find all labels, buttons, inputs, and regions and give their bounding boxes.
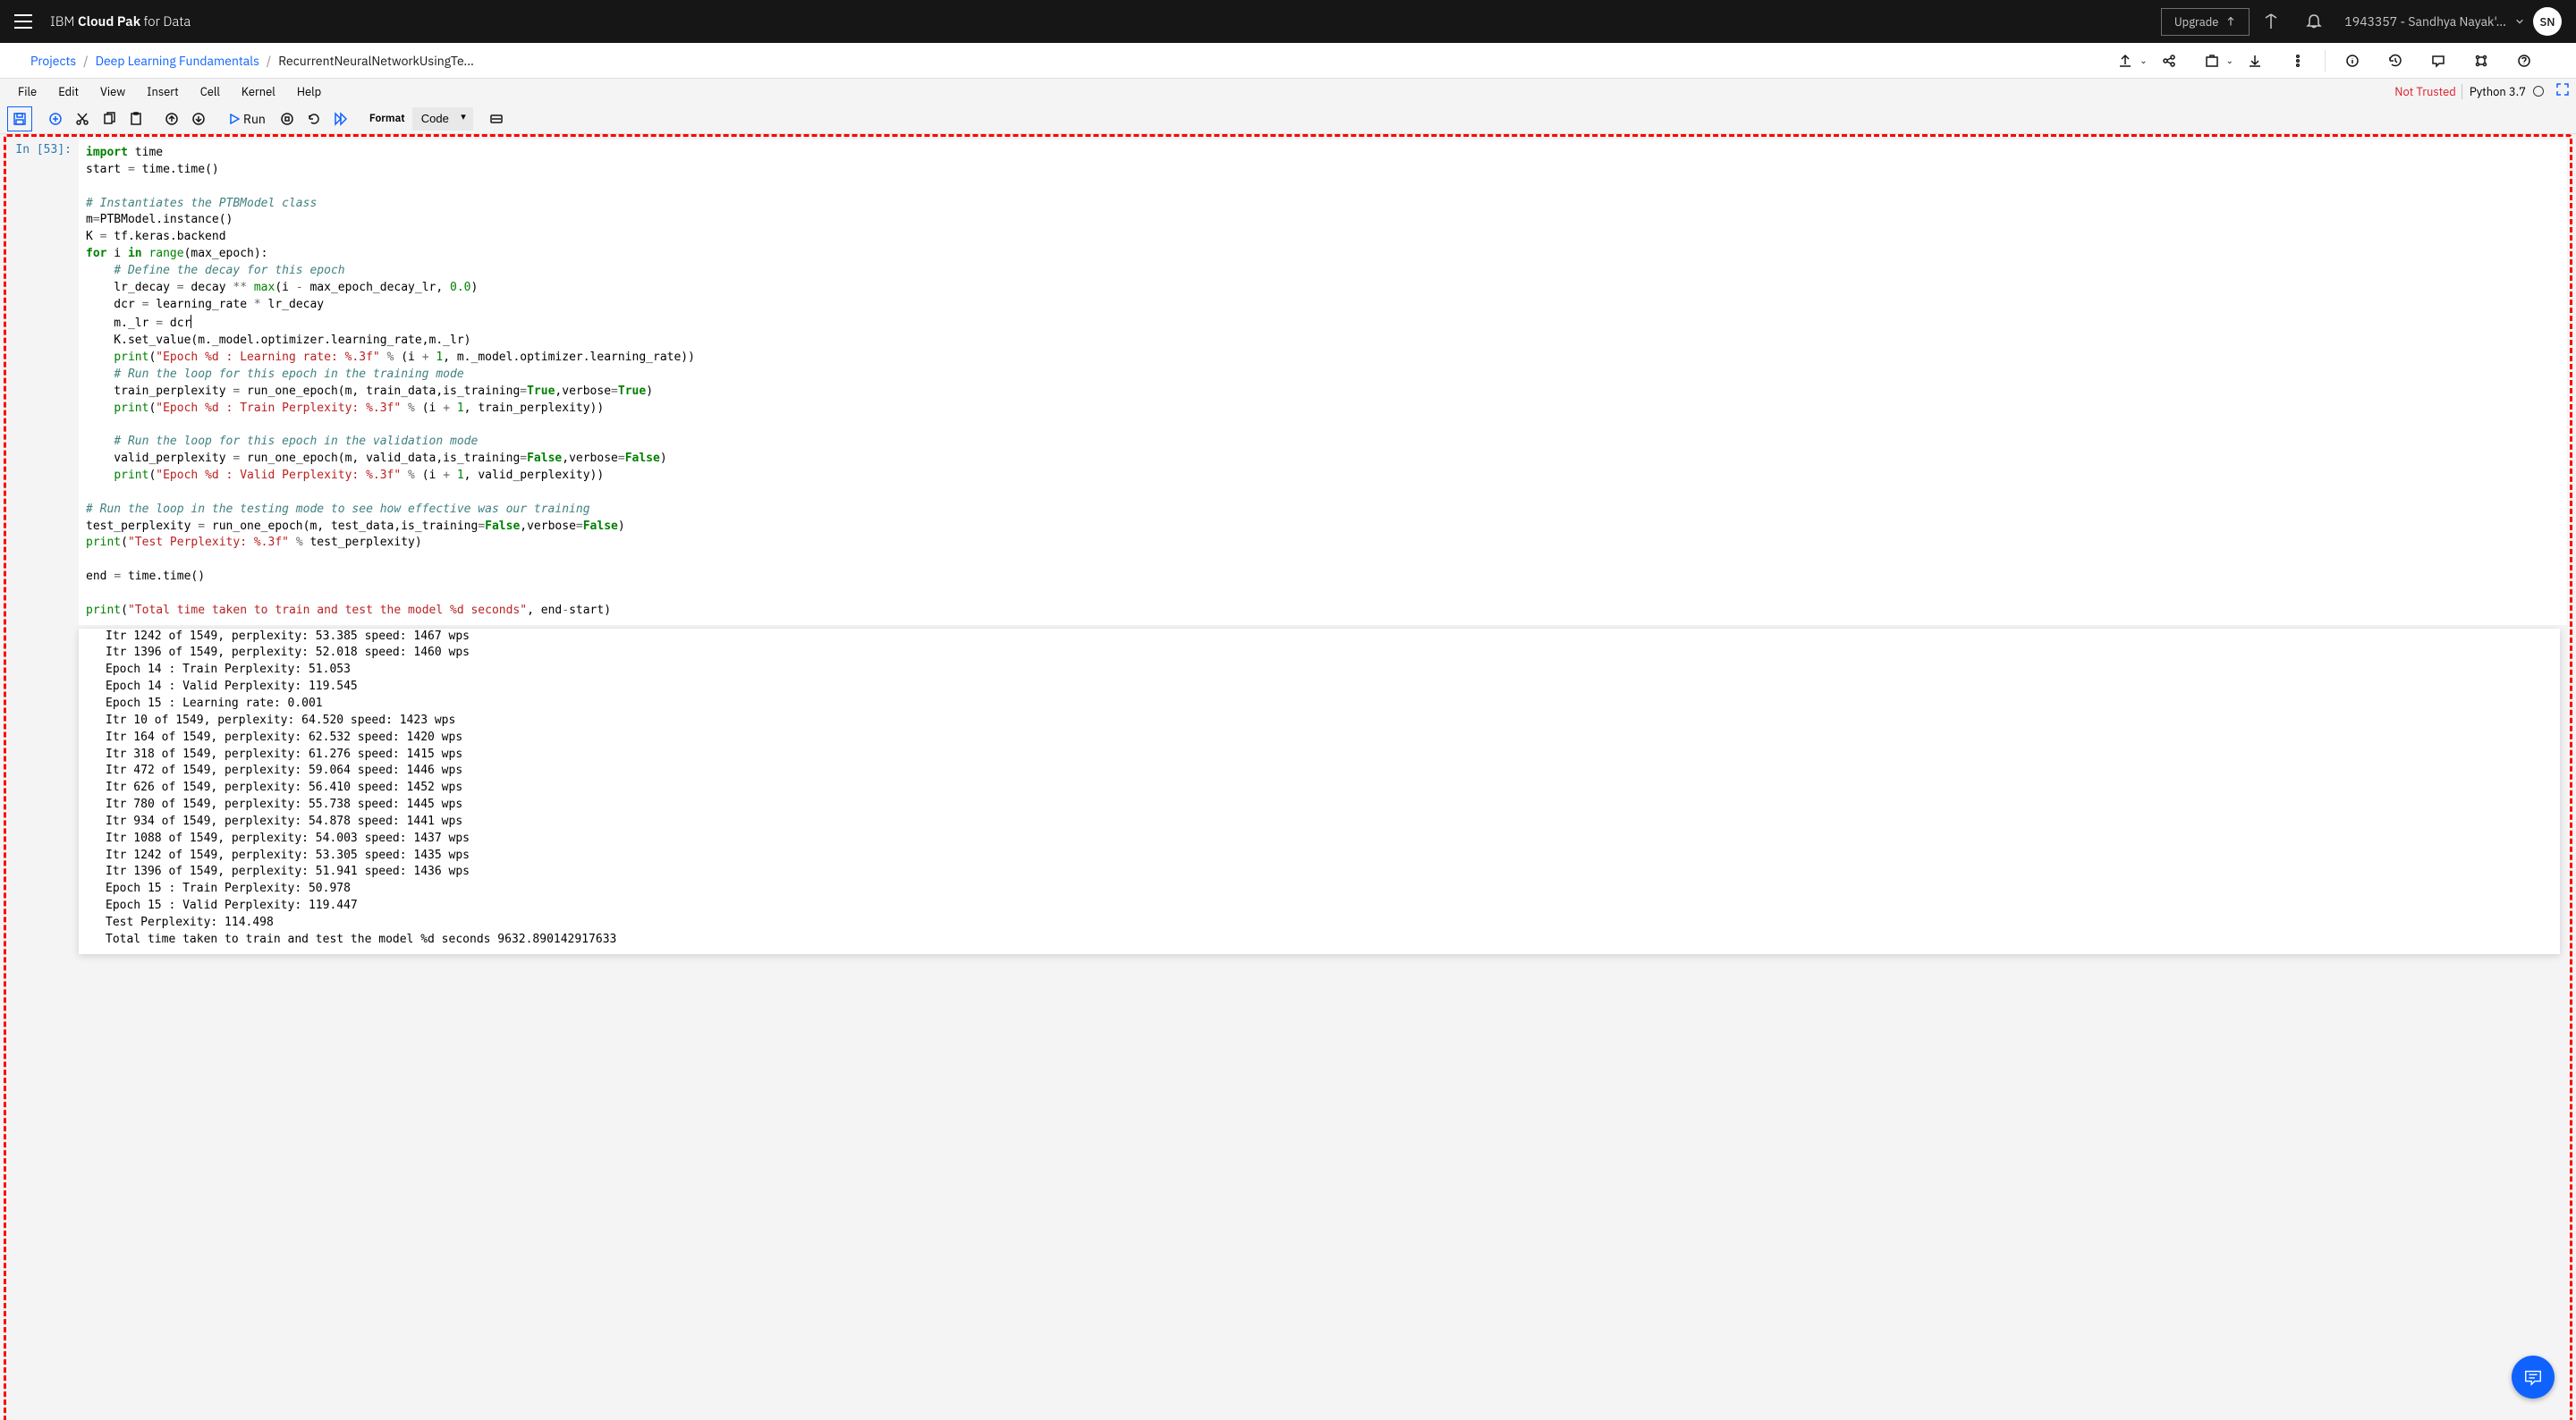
menu-edit[interactable]: Edit — [47, 80, 89, 103]
menu-cell[interactable]: Cell — [190, 80, 231, 103]
save-button[interactable] — [7, 106, 32, 131]
run-button[interactable]: Run — [222, 106, 273, 131]
input-prompt: In [53]: — [9, 139, 79, 625]
menu-help[interactable]: Help — [286, 80, 332, 103]
notebook-toolbar: Run Format Code — [0, 104, 2576, 134]
breadcrumb-sep: / — [267, 53, 271, 69]
output-text: Itr 1242 of 1549, perplexity: 53.385 spe… — [79, 629, 2560, 954]
notifications-icon[interactable] — [2305, 13, 2323, 30]
breadcrumb-projects[interactable]: Projects — [30, 53, 76, 69]
paste-button[interactable] — [123, 106, 148, 131]
brand-label: IBM Cloud Pak for Data — [50, 13, 191, 30]
history-icon[interactable] — [2386, 52, 2404, 70]
restart-button[interactable] — [301, 106, 326, 131]
share-icon[interactable] — [2160, 52, 2178, 70]
comments-icon[interactable] — [2429, 52, 2447, 70]
notebook-menu: File Edit View Insert Cell Kernel Help N… — [0, 79, 2576, 104]
flow-icon[interactable] — [2472, 52, 2490, 70]
breadcrumb-sep: / — [83, 53, 88, 69]
breadcrumb-current: RecurrentNeuralNetworkUsingTe... — [278, 53, 474, 69]
cut-button[interactable] — [70, 106, 95, 131]
upgrade-button[interactable]: Upgrade — [2161, 8, 2250, 36]
format-label: Format — [369, 112, 405, 125]
data-icon[interactable] — [2262, 13, 2280, 30]
interrupt-button[interactable] — [275, 106, 300, 131]
app-header: IBM Cloud Pak for Data Upgrade 1943357 -… — [0, 0, 2576, 43]
notebook-body[interactable]: In [53]: import time start = time.time()… — [0, 134, 2576, 1420]
code-editor[interactable]: import time start = time.time() # Instan… — [79, 139, 2567, 625]
restart-run-all-button[interactable] — [328, 106, 353, 131]
kernel-status-icon — [2533, 86, 2544, 97]
avatar[interactable]: SN — [2533, 7, 2562, 36]
cell-output: Itr 1242 of 1549, perplexity: 53.385 spe… — [9, 625, 2567, 954]
breadcrumb-project[interactable]: Deep Learning Fundamentals — [96, 53, 259, 69]
menu-insert[interactable]: Insert — [136, 80, 189, 103]
menu-view[interactable]: View — [89, 80, 136, 103]
publish-chevron[interactable]: ⌄ — [2140, 55, 2147, 66]
chevron-down-icon — [2515, 17, 2524, 26]
publish-icon[interactable] — [2116, 52, 2134, 70]
download-icon[interactable] — [2246, 52, 2264, 70]
chat-fab-button[interactable] — [2512, 1356, 2555, 1399]
menu-file[interactable]: File — [7, 80, 47, 103]
copy-button[interactable] — [97, 106, 122, 131]
info-icon[interactable] — [2343, 52, 2361, 70]
menu-kernel[interactable]: Kernel — [231, 80, 286, 103]
breadcrumb-bar: Projects / Deep Learning Fundamentals / … — [0, 43, 2576, 79]
move-up-button[interactable] — [159, 106, 184, 131]
expand-icon[interactable] — [2556, 83, 2569, 99]
overflow-menu-icon[interactable] — [2289, 52, 2307, 70]
command-palette-button[interactable] — [484, 106, 509, 131]
kernel-indicator[interactable]: Python 3.7 — [2462, 84, 2551, 99]
help-icon[interactable] — [2515, 52, 2533, 70]
move-down-button[interactable] — [186, 106, 211, 131]
jobs-icon[interactable] — [2203, 52, 2221, 70]
cell-type-select[interactable]: Code — [412, 107, 473, 131]
trust-indicator[interactable]: Not Trusted — [2394, 84, 2462, 99]
upgrade-arrow-icon — [2225, 16, 2236, 27]
user-menu[interactable]: 1943357 - Sandhya Nayak'... — [2344, 13, 2524, 30]
hamburger-menu-icon[interactable] — [14, 14, 32, 29]
code-cell[interactable]: In [53]: import time start = time.time()… — [9, 139, 2567, 625]
jobs-chevron[interactable]: ⌄ — [2226, 55, 2233, 66]
insert-cell-button[interactable] — [43, 106, 68, 131]
